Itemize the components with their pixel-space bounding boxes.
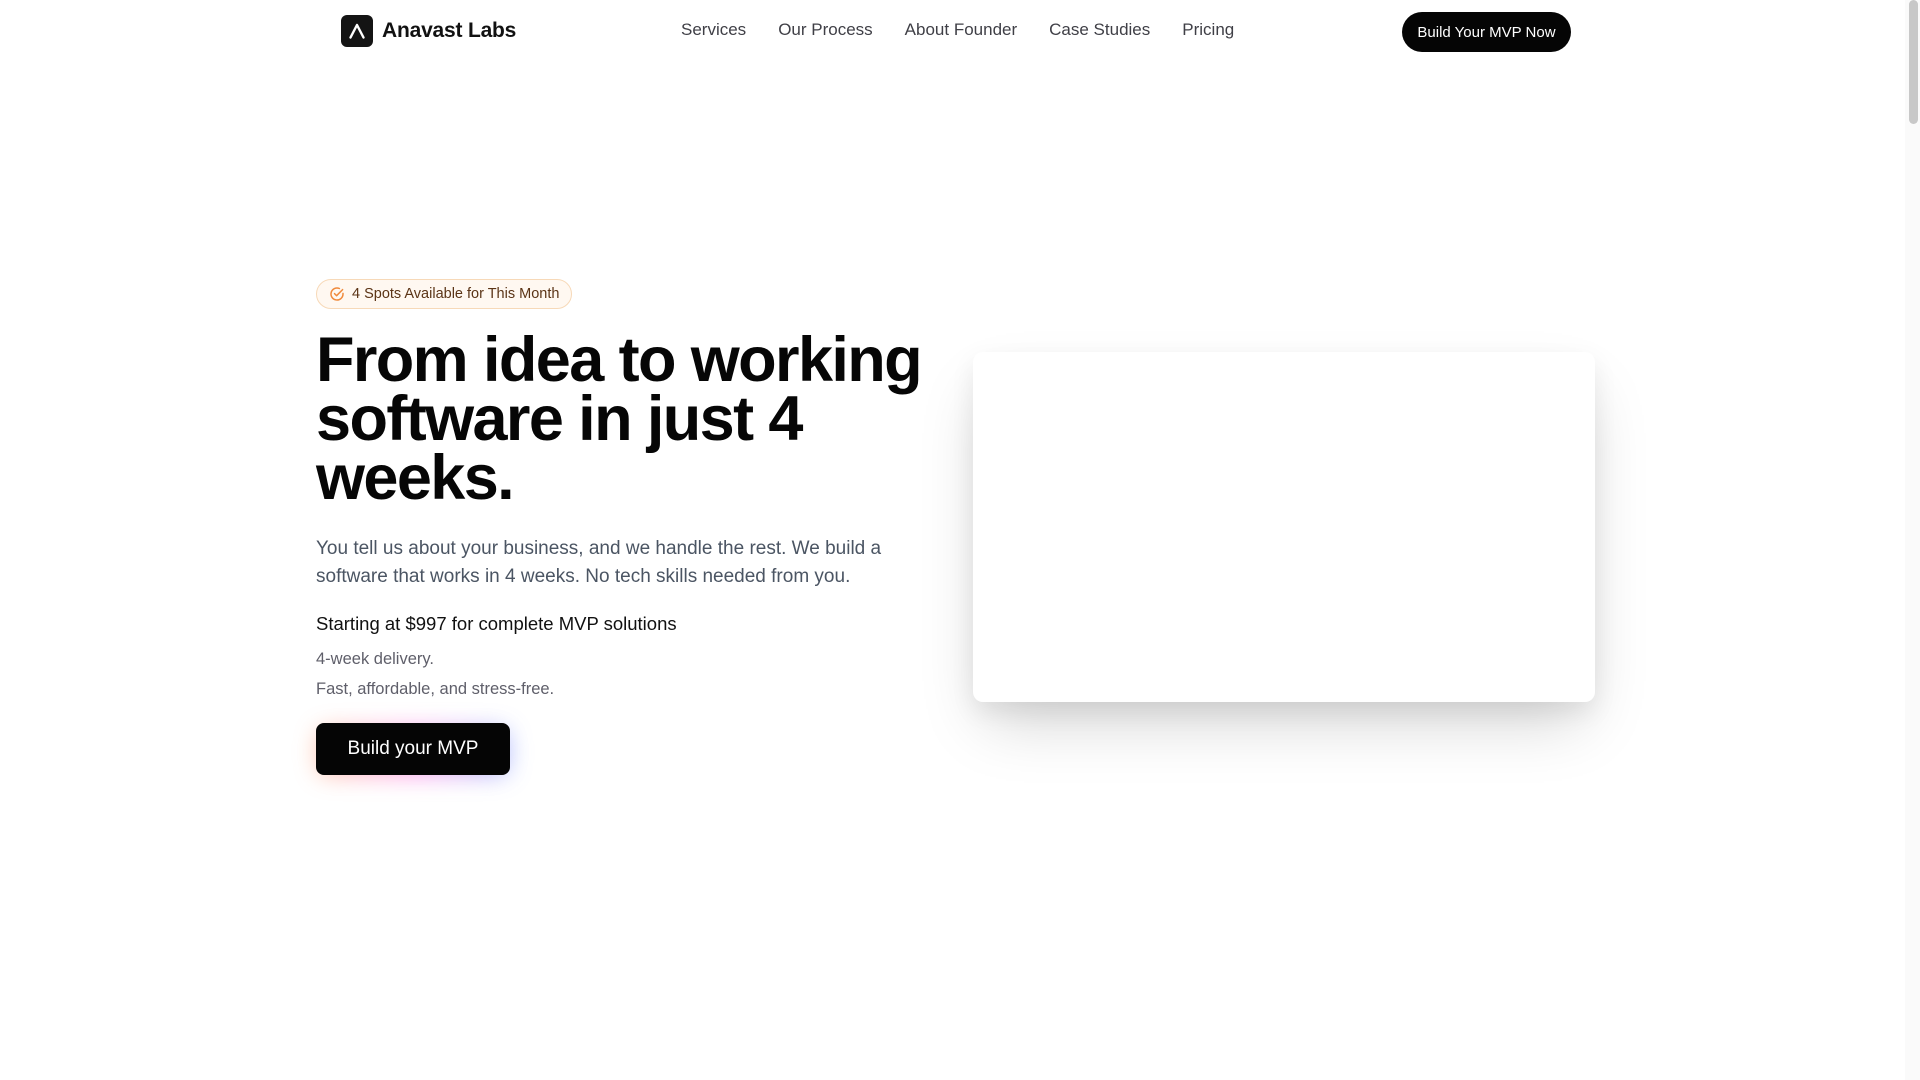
pricing-statement: Starting at $997 for complete MVP soluti…	[316, 613, 677, 634]
nav-link-case-studies[interactable]: Case Studies	[1049, 20, 1150, 40]
hero-cta-wrapper: Build your MVP	[316, 723, 510, 775]
hero-description-line: software that works in 4 weeks. No tech …	[316, 566, 851, 587]
hero-description-line: You tell us about your business, and we …	[316, 538, 882, 559]
hero-title-line: weeks.	[316, 443, 515, 513]
anavast-logo-icon	[341, 15, 373, 47]
top-navigation: Anavast Labs Services Our Process About …	[0, 0, 1905, 64]
nav-link-services[interactable]: Services	[681, 20, 746, 40]
feature-benefits: Fast, affordable, and stress-free.	[316, 680, 555, 698]
check-circle-icon	[329, 286, 345, 302]
availability-badge: 4 Spots Available for This Month	[316, 279, 573, 309]
scrollbar-thumb[interactable]	[1909, 0, 1918, 124]
hero-content: 4 Spots Available for This Month From id…	[316, 279, 936, 775]
brand-link[interactable]: Anavast Labs	[341, 15, 516, 47]
build-your-mvp-button[interactable]: Build your MVP	[316, 723, 510, 775]
nav-link-pricing[interactable]: Pricing	[1182, 20, 1234, 40]
build-mvp-now-button[interactable]: Build Your MVP Now	[1402, 12, 1571, 52]
nav-link-our-process[interactable]: Our Process	[778, 20, 872, 40]
hero-title: From idea to working software in just 4 …	[316, 325, 936, 513]
nav-links: Services Our Process About Founder Case …	[681, 20, 1234, 40]
brand-name: Anavast Labs	[382, 19, 517, 42]
hero-title-line: software in just 4	[316, 384, 803, 454]
badge-text: 4 Spots Available for This Month	[352, 286, 560, 302]
hero-description: You tell us about your business, and we …	[316, 535, 916, 591]
hero-title-line: From idea to working	[316, 325, 923, 395]
feature-delivery: 4-week delivery.	[316, 650, 434, 668]
nav-link-about-founder[interactable]: About Founder	[905, 20, 1017, 40]
hero-media-card	[973, 352, 1595, 702]
page-scrollbar[interactable]	[1905, 0, 1920, 1080]
page: Anavast Labs Services Our Process About …	[0, 0, 1920, 1080]
